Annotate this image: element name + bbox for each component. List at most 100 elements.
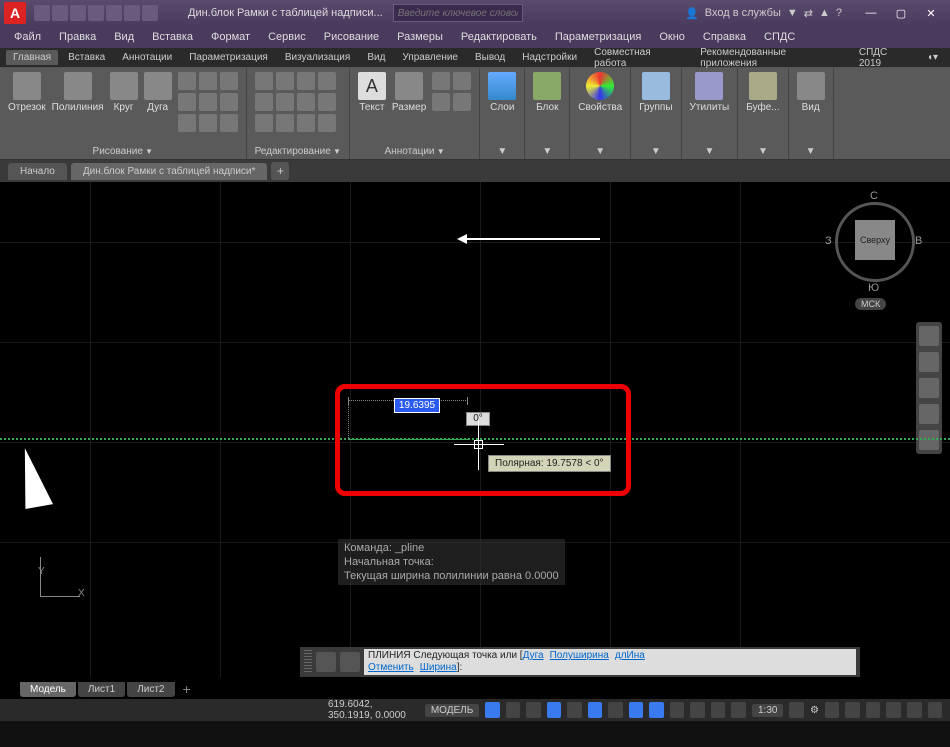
tab-visual[interactable]: Визуализация: [278, 50, 357, 65]
mtext-icon[interactable]: [432, 93, 450, 111]
mirror-icon[interactable]: [276, 93, 294, 111]
draw-tool-icon[interactable]: [178, 93, 196, 111]
qat-new-icon[interactable]: [34, 5, 50, 21]
qat-open-icon[interactable]: [52, 5, 68, 21]
status-3dosnap-icon[interactable]: [608, 702, 623, 718]
login-dropdown-icon[interactable]: ▼: [787, 7, 798, 19]
draw-tool-icon[interactable]: [220, 114, 238, 132]
utilities-button[interactable]: Утилиты: [690, 72, 730, 113]
panel-draw-title[interactable]: Рисование: [8, 144, 238, 157]
qat-saveas-icon[interactable]: [88, 5, 104, 21]
qat-redo-icon[interactable]: [142, 5, 158, 21]
tab-spds[interactable]: СПДС 2019: [852, 45, 918, 71]
tab-insert[interactable]: Вставка: [61, 50, 112, 65]
menu-draw[interactable]: Рисование: [316, 29, 387, 45]
tab-param[interactable]: Параметризация: [182, 50, 275, 65]
erase-icon[interactable]: [318, 72, 336, 90]
copy-icon[interactable]: [255, 93, 273, 111]
circle-button[interactable]: Круг: [110, 72, 138, 113]
status-cycling-icon[interactable]: [711, 702, 726, 718]
move-icon[interactable]: [255, 72, 273, 90]
qat-save-icon[interactable]: [70, 5, 86, 21]
tab-output[interactable]: Вывод: [468, 50, 512, 65]
status-customize-icon[interactable]: [928, 702, 943, 718]
cmd-kwd-undo[interactable]: Отменить: [368, 662, 414, 673]
stretch-icon[interactable]: [255, 114, 273, 132]
offset-icon[interactable]: [318, 114, 336, 132]
tab-home[interactable]: Главная: [6, 50, 58, 65]
panel-ann-title[interactable]: Аннотации: [358, 144, 471, 157]
menu-service[interactable]: Сервис: [260, 29, 314, 45]
menu-param[interactable]: Параметризация: [547, 29, 649, 45]
doctab-add-button[interactable]: +: [271, 162, 289, 180]
status-hardware-icon[interactable]: [886, 702, 901, 718]
status-lwt-icon[interactable]: [670, 702, 685, 718]
tab-addins[interactable]: Надстройки: [515, 50, 584, 65]
cmd-grip-icon[interactable]: [304, 650, 312, 674]
menu-dims[interactable]: Размеры: [389, 29, 451, 45]
cmd-recent-icon[interactable]: [340, 652, 360, 672]
layout-tab-sheet2[interactable]: Лист2: [127, 682, 174, 697]
maximize-button[interactable]: ▢: [886, 3, 916, 23]
draw-tool-icon[interactable]: [220, 72, 238, 90]
nav-showmotion-icon[interactable]: [919, 430, 939, 450]
status-monitor-icon[interactable]: [845, 702, 860, 718]
ribbon-collapse-icon[interactable]: ◖▾: [921, 50, 944, 65]
nav-wheel-icon[interactable]: [919, 326, 939, 346]
status-isolate-icon[interactable]: [866, 702, 881, 718]
minimize-button[interactable]: —: [856, 3, 886, 23]
nav-zoom-icon[interactable]: [919, 378, 939, 398]
leader-icon[interactable]: [432, 72, 450, 90]
viewcube-south[interactable]: Ю: [868, 282, 879, 294]
tab-annotate[interactable]: Аннотации: [115, 50, 179, 65]
viewcube[interactable]: Сверху С Ю В З МСК: [830, 190, 920, 300]
status-grid-icon[interactable]: [485, 702, 500, 718]
login-link[interactable]: Вход в службы: [705, 7, 781, 19]
panel-block-drop[interactable]: ▼: [533, 144, 561, 157]
panel-util-drop[interactable]: ▼: [690, 144, 730, 157]
nav-pan-icon[interactable]: [919, 352, 939, 372]
cmd-kwd-halfwidth[interactable]: Полуширина: [550, 650, 609, 661]
fillet-icon[interactable]: [297, 93, 315, 111]
status-scale[interactable]: 1:30: [752, 704, 783, 717]
doctab-current[interactable]: Дин.блок Рамки с таблицей надписи*: [71, 163, 268, 180]
groups-button[interactable]: Группы: [639, 72, 672, 113]
view-button[interactable]: Вид: [797, 72, 825, 113]
menu-modify[interactable]: Редактировать: [453, 29, 545, 45]
draw-tool-icon[interactable]: [199, 93, 217, 111]
viewcube-face[interactable]: Сверху: [855, 220, 895, 260]
menu-spds[interactable]: СПДС: [756, 29, 803, 45]
panel-view-drop[interactable]: ▼: [797, 144, 825, 157]
status-annovisibility-icon[interactable]: [789, 702, 804, 718]
text-button[interactable]: AТекст: [358, 72, 386, 113]
draw-tool-icon[interactable]: [199, 114, 217, 132]
cmd-kwd-width[interactable]: Ширина: [420, 662, 457, 673]
app-store-icon[interactable]: ▲: [819, 7, 830, 19]
block-button[interactable]: Блок: [533, 72, 561, 113]
status-snap-icon[interactable]: [506, 702, 521, 718]
array-icon[interactable]: [297, 114, 315, 132]
table-icon[interactable]: [453, 72, 471, 90]
panel-groups-drop[interactable]: ▼: [639, 144, 672, 157]
user-icon[interactable]: 👤: [685, 7, 699, 20]
panel-clip-drop[interactable]: ▼: [746, 144, 779, 157]
tab-manage[interactable]: Управление: [395, 50, 465, 65]
properties-button[interactable]: Свойства: [578, 72, 622, 113]
command-input[interactable]: ПЛИНИЯ Следующая точка или [Дуга Полушир…: [364, 649, 856, 675]
tab-featured[interactable]: Рекомендованные приложения: [693, 45, 849, 71]
drawing-canvas[interactable]: Сверху С Ю В З МСК 19.6395 0° Полярная: …: [0, 182, 950, 677]
panel-layers-drop[interactable]: ▼: [488, 144, 516, 157]
status-dyn-icon[interactable]: [649, 702, 664, 718]
status-isodraft-icon[interactable]: [567, 702, 582, 718]
status-otrack-icon[interactable]: [629, 702, 644, 718]
menu-view[interactable]: Вид: [106, 29, 142, 45]
layout-tab-sheet1[interactable]: Лист1: [78, 682, 125, 697]
ucs-dropdown[interactable]: МСК: [855, 298, 886, 310]
viewcube-west[interactable]: З: [825, 235, 832, 247]
status-transparency-icon[interactable]: [690, 702, 705, 718]
tab-collab[interactable]: Совместная работа: [587, 45, 690, 71]
status-ortho-icon[interactable]: [526, 702, 541, 718]
panel-modify-title[interactable]: Редактирование: [255, 144, 341, 157]
status-osnap-icon[interactable]: [588, 702, 603, 718]
status-annoscale-icon[interactable]: [731, 702, 746, 718]
